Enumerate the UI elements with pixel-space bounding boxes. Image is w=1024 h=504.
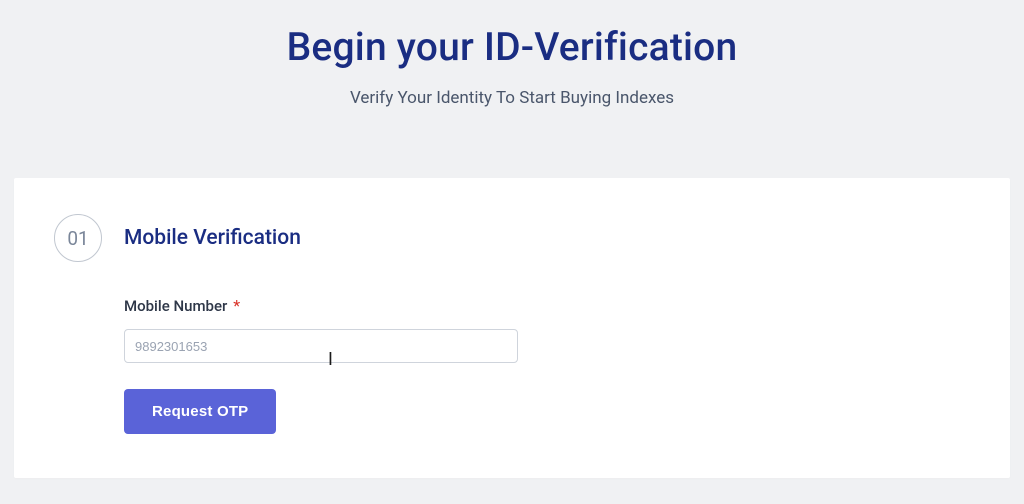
page-title: Begin your ID-Verification <box>14 24 1010 70</box>
required-asterisk: * <box>233 296 240 315</box>
mobile-number-input[interactable] <box>124 329 518 363</box>
page-subtitle: Verify Your Identity To Start Buying Ind… <box>14 88 1010 108</box>
step-number-badge: 01 <box>54 214 102 262</box>
mobile-label-text: Mobile Number <box>124 297 227 315</box>
step-title: Mobile Verification <box>124 226 301 250</box>
verification-card: 01 Mobile Verification Mobile Number * I… <box>14 178 1010 478</box>
mobile-number-label: Mobile Number * <box>124 296 970 315</box>
request-otp-button[interactable]: Request OTP <box>124 389 276 434</box>
